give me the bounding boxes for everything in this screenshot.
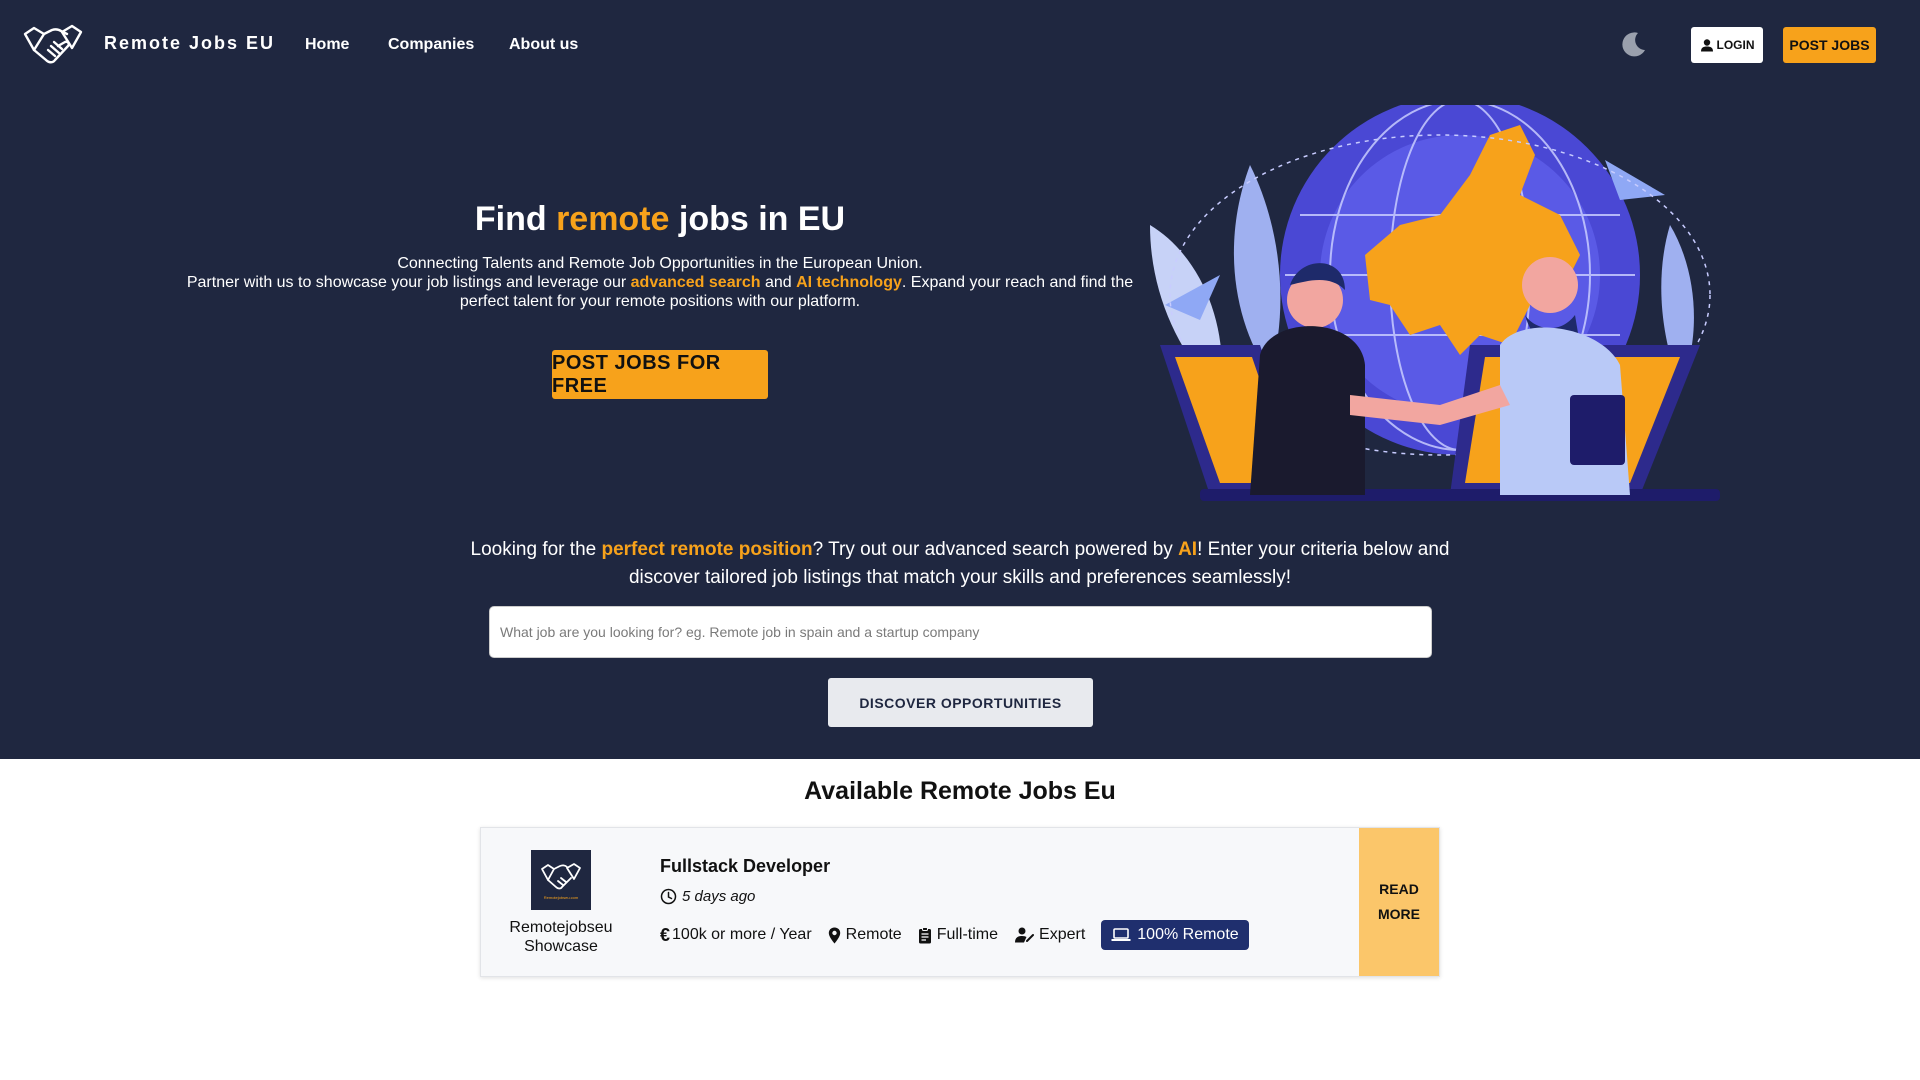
hero-title: Find remote jobs in EU: [160, 200, 1160, 239]
job-level-text: Expert: [1039, 926, 1086, 943]
read-more-label: READ MORE: [1378, 881, 1420, 922]
hero-sub-line2: Partner with us to showcase your job lis…: [180, 273, 1140, 311]
laptop-icon: [1111, 928, 1131, 941]
euro-icon: €: [660, 924, 671, 945]
hero-sub-text: and: [760, 274, 797, 291]
job-location: Remote: [828, 926, 902, 944]
job-card[interactable]: Remotejobseu.com Remotejobseu Showcase F…: [480, 827, 1440, 977]
logo-text: Remotejobseu.com: [544, 895, 579, 900]
nav-companies[interactable]: Companies: [388, 36, 474, 54]
handshake-icon[interactable]: [22, 20, 84, 68]
hero-section: Remote Jobs EU Home Companies About us L…: [0, 0, 1920, 759]
brand-name[interactable]: Remote Jobs EU: [104, 33, 275, 54]
job-salary: € 100k or more / Year: [660, 925, 812, 946]
job-type: Full-time: [918, 926, 998, 944]
login-label: LOGIN: [1716, 38, 1755, 52]
nav-home[interactable]: Home: [305, 36, 349, 54]
job-meta: € 100k or more / Year Remote Full-time E…: [660, 920, 1249, 950]
search-intro: Looking for the perfect remote position?…: [460, 536, 1460, 592]
job-posted: 5 days ago: [660, 888, 755, 905]
discover-opportunities-button[interactable]: DISCOVER OPPORTUNITIES: [828, 678, 1093, 727]
search-intro-highlight-ai: AI: [1178, 539, 1198, 560]
search-intro-text: ? Try out our advanced search powered by: [812, 539, 1179, 560]
hero-title-prefix: Find: [474, 200, 557, 238]
job-location-text: Remote: [845, 926, 902, 943]
location-pin-icon: [828, 927, 840, 943]
hero-title-accent: remote: [556, 200, 670, 238]
post-jobs-button[interactable]: POST JOBS: [1783, 27, 1876, 63]
user-expert-icon: [1015, 927, 1035, 943]
job-title[interactable]: Fullstack Developer: [660, 856, 830, 877]
login-button[interactable]: LOGIN: [1691, 27, 1763, 63]
hero-sub-text: Partner with us to showcase your job lis…: [186, 274, 631, 291]
hero-title-suffix: jobs in EU: [669, 200, 846, 238]
nav-about-us[interactable]: About us: [509, 36, 578, 54]
search-intro-text: Looking for the: [470, 539, 602, 560]
clipboard-icon: [918, 926, 931, 943]
remote-badge-text: 100% Remote: [1137, 926, 1239, 943]
company-name[interactable]: Remotejobseu Showcase: [491, 918, 631, 956]
user-icon: [1700, 39, 1713, 52]
job-type-text: Full-time: [936, 926, 999, 943]
handshake-icon: Remotejobseu.com: [541, 863, 581, 900]
company-logo[interactable]: Remotejobseu.com: [531, 850, 591, 910]
remote-badge: 100% Remote: [1101, 920, 1249, 950]
moon-icon[interactable]: [1620, 30, 1648, 58]
job-search-input[interactable]: [489, 606, 1432, 658]
job-posted-text: 5 days ago: [682, 888, 756, 905]
post-jobs-free-button[interactable]: POST JOBS FOR FREE: [552, 350, 768, 399]
hero-sub-line1: Connecting Talents and Remote Job Opport…: [397, 255, 923, 272]
read-more-button[interactable]: READ MORE: [1359, 828, 1439, 976]
hero-sub-highlight-search: advanced search: [630, 274, 761, 291]
jobs-section-title: Available Remote Jobs Eu: [804, 777, 1116, 805]
clock-icon: [660, 888, 677, 905]
site-header: Remote Jobs EU Home Companies About us L…: [0, 0, 1920, 90]
globe-illustration: [1150, 105, 1720, 501]
job-salary-text: 100k or more / Year: [672, 926, 812, 943]
hero-sub-highlight-ai: AI technology: [796, 274, 902, 291]
search-intro-highlight: perfect remote position: [601, 539, 813, 560]
job-level: Expert: [1014, 926, 1085, 944]
hero-subtitle: Connecting Talents and Remote Job Opport…: [180, 254, 1140, 311]
